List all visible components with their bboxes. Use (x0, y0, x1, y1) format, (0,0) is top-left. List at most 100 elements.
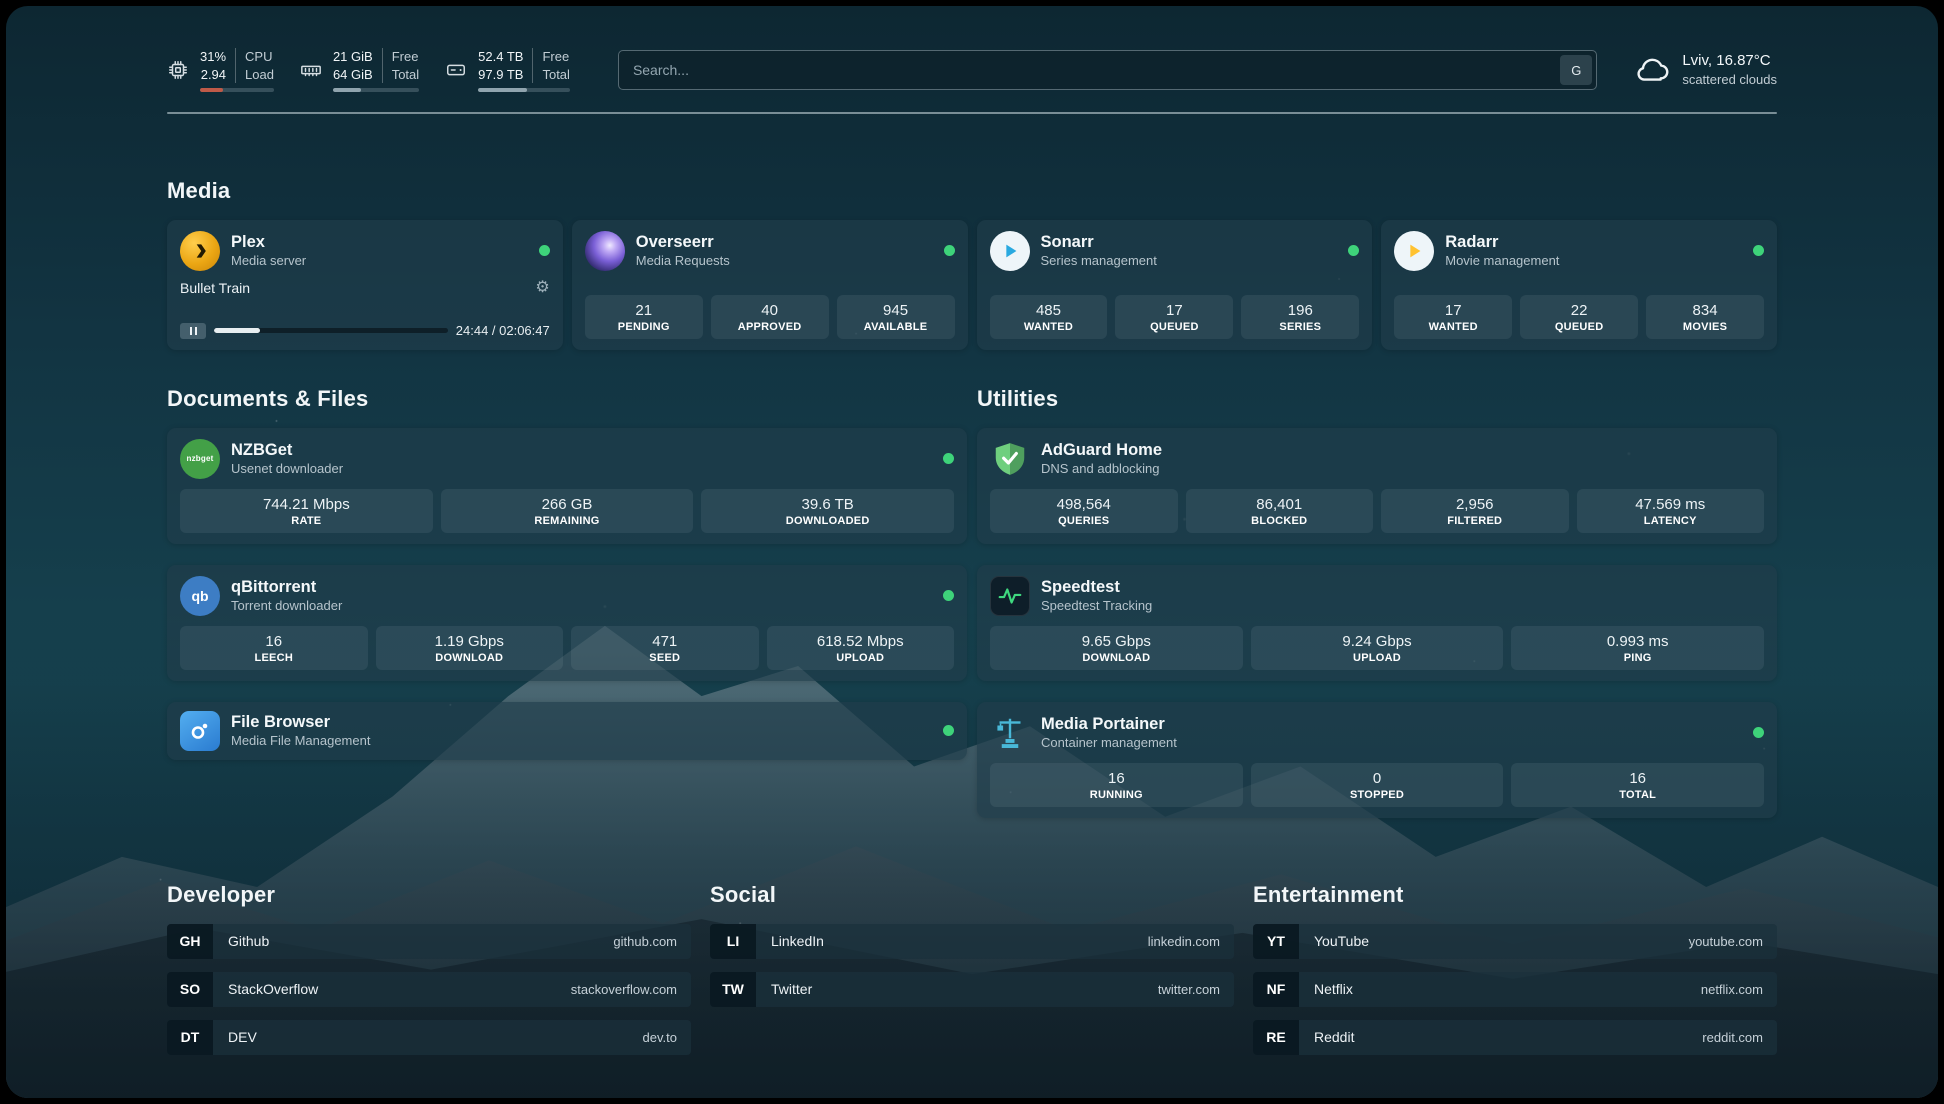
service-subtitle: Container management (1041, 735, 1177, 751)
bookmark-name: DEV (228, 1029, 257, 1045)
bookmark-youtube[interactable]: YT YouTube youtube.com (1253, 924, 1777, 959)
storage-widget: 52.4 TB 97.9 TB Free Total (445, 48, 570, 92)
stat-label: FILTERED (1385, 515, 1565, 527)
service-subtitle: Series management (1041, 253, 1157, 269)
playback-progressbar[interactable] (214, 328, 448, 333)
bookmark-abbr: SO (167, 972, 213, 1007)
overseerr-card[interactable]: Overseerr Media Requests 21 PENDING 40 A… (572, 220, 968, 350)
service-subtitle: Media server (231, 253, 306, 269)
service-subtitle: Usenet downloader (231, 461, 343, 477)
bookmark-url: reddit.com (1702, 1030, 1763, 1045)
stat-label: WANTED (994, 321, 1104, 333)
filebrowser-card[interactable]: File Browser Media File Management (167, 702, 967, 760)
stat-value: 196 (1245, 302, 1355, 319)
section-media: Media Plex Media server (167, 178, 1777, 350)
settings-gear-icon[interactable]: ⚙ (535, 280, 549, 296)
weather-widget: Lviv, 16.87°C scattered clouds (1633, 49, 1777, 92)
bookmark-twitter[interactable]: TW Twitter twitter.com (710, 972, 1234, 1007)
sonarr-card[interactable]: Sonarr Series management 485 WANTED 17 Q… (977, 220, 1373, 350)
filebrowser-icon (180, 711, 220, 751)
bookmark-abbr: LI (710, 924, 756, 959)
stat-value: 1.19 Gbps (380, 633, 560, 650)
radarr-card[interactable]: Radarr Movie management 17 WANTED 22 QUE… (1381, 220, 1777, 350)
stat-value: 16 (994, 770, 1239, 787)
stat-box: 22 QUEUED (1520, 295, 1638, 339)
search-shortcut-button[interactable]: G (1560, 55, 1592, 85)
stat-label: SEED (575, 652, 755, 664)
storage-label-top: Free (542, 48, 569, 66)
stat-box: 834 MOVIES (1646, 295, 1764, 339)
memory-progress-fill (333, 88, 361, 92)
stat-value: 40 (715, 302, 825, 319)
bookmark-url: linkedin.com (1148, 934, 1220, 949)
status-dot (944, 245, 955, 256)
stat-label: LATENCY (1581, 515, 1761, 527)
social-section-title: Social (710, 882, 1234, 908)
cpu-progress-fill (200, 88, 223, 92)
developer-section-title: Developer (167, 882, 691, 908)
cpu-widget: 31% 2.94 CPU Load (167, 48, 274, 92)
stat-value: 17 (1119, 302, 1229, 319)
stat-label: DOWNLOAD (994, 652, 1239, 664)
stat-label: AVAILABLE (841, 321, 951, 333)
speedtest-card[interactable]: Speedtest Speedtest Tracking 9.65 Gbps D… (977, 565, 1777, 681)
stat-label: MOVIES (1650, 321, 1760, 333)
stat-box: 9.65 Gbps DOWNLOAD (990, 626, 1243, 670)
bookmark-url: netflix.com (1701, 982, 1763, 997)
portainer-card[interactable]: Media Portainer Container management 16 … (977, 702, 1777, 818)
stat-value: 471 (575, 633, 755, 650)
stat-value: 47.569 ms (1581, 496, 1761, 513)
stat-value: 86,401 (1190, 496, 1370, 513)
stat-box: 16 LEECH (180, 626, 368, 670)
speedtest-icon (990, 576, 1030, 616)
stat-box: 39.6 TB DOWNLOADED (701, 489, 954, 533)
bookmark-abbr: DT (167, 1020, 213, 1055)
stat-box: 0 STOPPED (1251, 763, 1504, 807)
bookmark-reddit[interactable]: RE Reddit reddit.com (1253, 1020, 1777, 1055)
pause-button[interactable] (180, 323, 206, 339)
bookmark-stackoverflow[interactable]: SO StackOverflow stackoverflow.com (167, 972, 691, 1007)
stat-label: STOPPED (1255, 789, 1500, 801)
stat-value: 21 (589, 302, 699, 319)
bookmark-linkedin[interactable]: LI LinkedIn linkedin.com (710, 924, 1234, 959)
stat-label: RUNNING (994, 789, 1239, 801)
storage-icon (445, 59, 467, 81)
adguard-card[interactable]: AdGuard Home DNS and adblocking 498,564 … (977, 428, 1777, 544)
stat-value: 945 (841, 302, 951, 319)
stat-value: 266 GB (445, 496, 690, 513)
section-utilities: Utilities (977, 386, 1777, 818)
plex-card[interactable]: Plex Media server Bullet Train ⚙ (167, 220, 563, 350)
memory-label-bottom: Total (392, 66, 419, 84)
cpu-loadavg: 2.94 (201, 66, 226, 84)
qbittorrent-card[interactable]: qb qBittorrent Torrent downloader 16 (167, 565, 967, 681)
stat-label: RATE (184, 515, 429, 527)
stat-label: UPLOAD (1255, 652, 1500, 664)
stat-label: TOTAL (1515, 789, 1760, 801)
bookmark-name: YouTube (1314, 933, 1369, 949)
top-bar: 31% 2.94 CPU Load (167, 6, 1777, 92)
bookmark-netflix[interactable]: NF Netflix netflix.com (1253, 972, 1777, 1007)
stat-box: 16 TOTAL (1511, 763, 1764, 807)
memory-widget: 21 GiB 64 GiB Free Total (300, 48, 419, 92)
nzbget-card[interactable]: nzbget NZBGet Usenet downloader 744.21 M… (167, 428, 967, 544)
search-input[interactable] (618, 50, 1597, 90)
status-dot (1753, 727, 1764, 738)
stat-value: 2,956 (1385, 496, 1565, 513)
stat-box: 16 RUNNING (990, 763, 1243, 807)
sonarr-icon (990, 231, 1030, 271)
stat-value: 9.65 Gbps (994, 633, 1239, 650)
bookmarks-developer: Developer GH Github github.com SO StackO… (167, 882, 691, 1055)
stat-box: 40 APPROVED (711, 295, 829, 339)
stat-value: 17 (1398, 302, 1508, 319)
stat-box: 47.569 ms LATENCY (1577, 489, 1765, 533)
stat-value: 618.52 Mbps (771, 633, 951, 650)
service-subtitle: Torrent downloader (231, 598, 342, 614)
status-dot (943, 453, 954, 464)
memory-free: 21 GiB (333, 48, 373, 66)
dashboard-frame: 31% 2.94 CPU Load (6, 6, 1938, 1098)
plex-icon (180, 231, 220, 271)
bookmark-github[interactable]: GH Github github.com (167, 924, 691, 959)
weather-condition: scattered clouds (1682, 71, 1777, 89)
bookmark-dev[interactable]: DT DEV dev.to (167, 1020, 691, 1055)
stat-value: 744.21 Mbps (184, 496, 429, 513)
